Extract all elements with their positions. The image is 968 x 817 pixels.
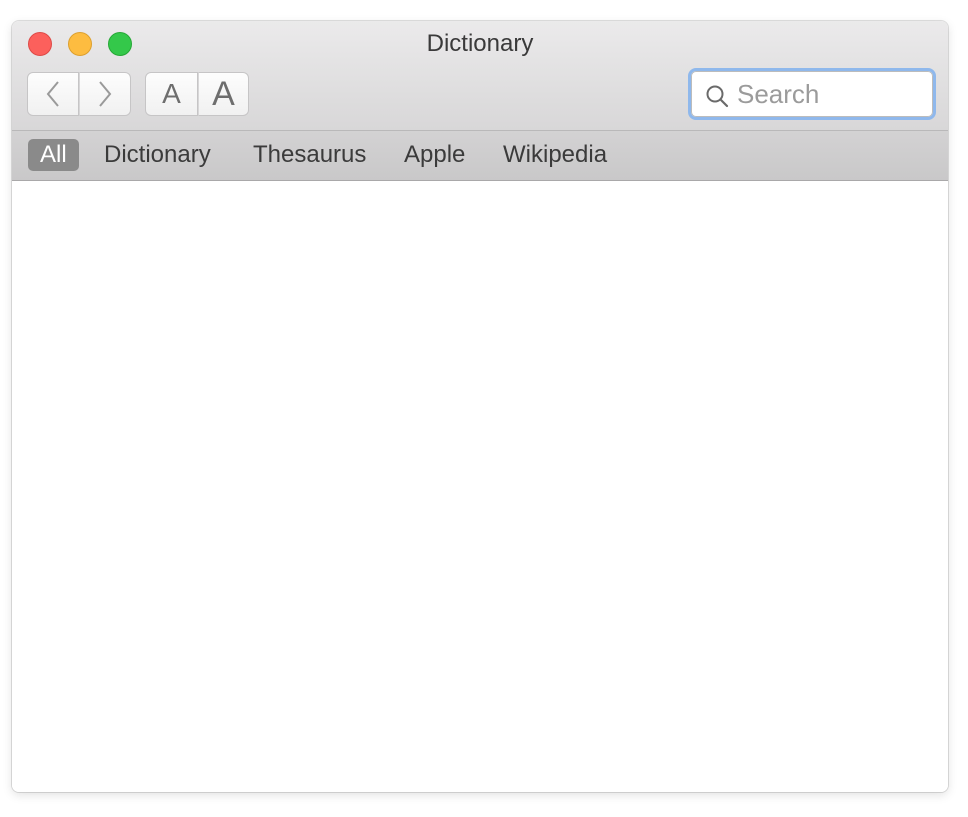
tab-wikipedia[interactable]: Wikipedia (491, 139, 619, 171)
dictionary-window: Dictionary A A All Dictionary Thesaurus … (12, 21, 948, 792)
back-button[interactable] (27, 72, 79, 116)
search-input[interactable] (737, 77, 927, 111)
forward-button[interactable] (79, 72, 131, 116)
font-smaller-button[interactable]: A (145, 72, 198, 116)
magnifier-icon (706, 85, 729, 108)
source-tab-bar: All Dictionary Thesaurus Apple Wikipedia (12, 131, 948, 181)
chevron-left-icon (46, 81, 59, 107)
tab-apple[interactable]: Apple (392, 139, 477, 171)
title-bar: Dictionary A A (12, 21, 948, 131)
window-title: Dictionary (426, 30, 534, 57)
tab-dictionary[interactable]: Dictionary (92, 139, 223, 171)
tab-all[interactable]: All (28, 139, 79, 171)
tab-thesaurus[interactable]: Thesaurus (241, 139, 378, 171)
definition-content-area[interactable] (12, 182, 948, 792)
font-larger-button[interactable]: A (198, 72, 249, 116)
search-field[interactable] (688, 68, 936, 120)
chevron-right-icon (99, 81, 112, 107)
